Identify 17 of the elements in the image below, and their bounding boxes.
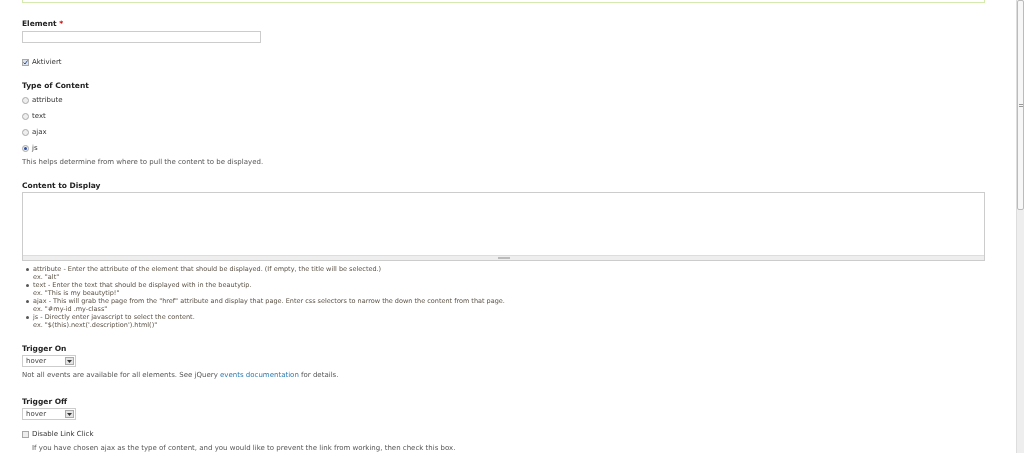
- scrollbar[interactable]: [1016, 0, 1024, 453]
- content-textarea[interactable]: [22, 192, 985, 261]
- bullet-icon: [26, 268, 29, 271]
- dropdown-arrow-icon: [65, 357, 74, 366]
- dropdown-arrow-icon: [65, 410, 74, 418]
- radio-button[interactable]: [22, 128, 29, 136]
- radio-button[interactable]: [22, 96, 29, 104]
- radio-button[interactable]: [22, 144, 29, 152]
- scrollbar-thumb[interactable]: [1017, 0, 1024, 210]
- radio-button[interactable]: [22, 112, 29, 120]
- bullet-icon: [26, 300, 29, 303]
- checkmark-icon: [23, 59, 28, 65]
- checkbox[interactable]: [22, 58, 29, 66]
- checkbox[interactable]: [22, 430, 29, 438]
- element-input-field[interactable]: [22, 31, 261, 43]
- bullet-icon: [26, 316, 29, 319]
- bullet-icon: [26, 284, 29, 287]
